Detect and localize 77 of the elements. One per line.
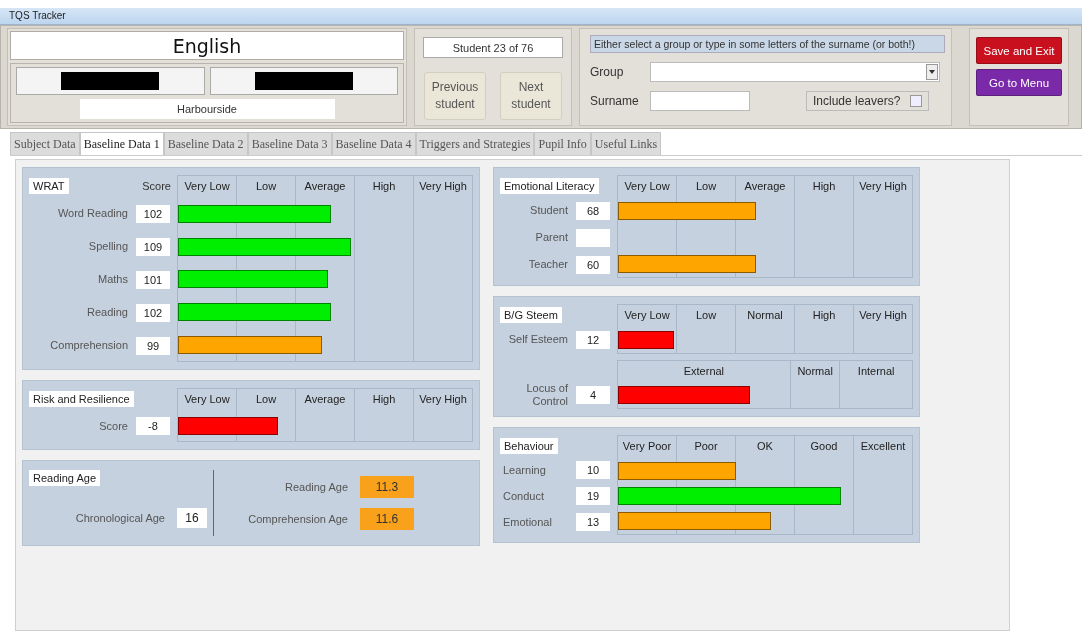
panel-title: Behaviour <box>500 438 558 454</box>
score-value: 109 <box>136 237 170 256</box>
row-label: Locus of Control <box>525 382 568 409</box>
row-label: Parent <box>535 231 568 244</box>
band-heading: High <box>355 176 414 361</box>
save-exit-button[interactable]: Save and Exit <box>976 37 1062 64</box>
age-label: Chronological Age <box>75 512 165 524</box>
row-label: Learning <box>503 463 546 477</box>
tab[interactable]: Triggers and Strategies <box>415 132 535 155</box>
score-value <box>576 228 610 247</box>
surname-label: Surname <box>590 93 640 109</box>
score-value: 68 <box>576 201 610 220</box>
row-label: Self Esteem <box>508 333 568 347</box>
panel-title: WRAT <box>29 178 69 194</box>
school-field: Harbourside <box>79 99 335 119</box>
band-heading: High <box>795 305 854 353</box>
age-value: 11.3 <box>360 476 414 498</box>
age-value: 16 <box>177 508 207 528</box>
band-heading: Internal <box>856 363 896 379</box>
panel-title: Risk and Resilience <box>29 391 134 407</box>
band-heading: Very High <box>858 308 908 323</box>
band-heading: High <box>795 176 854 277</box>
subject-title: English <box>10 31 404 60</box>
surname-field[interactable] <box>650 91 750 111</box>
band-heading: Very High <box>858 179 908 194</box>
band-heading: Normal <box>790 360 841 408</box>
row-label: Word Reading <box>57 207 128 220</box>
age-value: 11.6 <box>360 508 414 530</box>
tab[interactable]: Useful Links <box>590 132 662 155</box>
nav-button[interactable]: Next student <box>500 72 562 120</box>
row-label: Conduct <box>503 489 544 503</box>
window-title: TQS Tracker <box>8 9 66 21</box>
row-label: Spelling <box>88 240 128 253</box>
score-value: 99 <box>136 336 170 355</box>
score-value: 102 <box>136 204 170 223</box>
score-value: 102 <box>136 303 170 322</box>
panel-title: Emotional Literacy <box>500 178 599 194</box>
student-counter: Student 23 of 76 <box>423 37 563 58</box>
band-heading: High <box>355 389 414 441</box>
tab[interactable]: Baseline Data 2 <box>163 132 248 155</box>
score-value: 19 <box>576 487 610 505</box>
row-label: Student <box>530 204 568 217</box>
search-instruction: Either select a group or type in some letters of the surname (or both!) <box>590 35 945 53</box>
row-label: Comprehension <box>50 339 128 352</box>
band-heading: Very High <box>418 392 468 407</box>
nav-button[interactable]: Previous student <box>424 72 486 120</box>
score-value: -8 <box>136 417 170 435</box>
score-value: 4 <box>576 386 610 405</box>
score-value: 60 <box>576 255 610 274</box>
age-label: Comprehension Age <box>248 513 348 525</box>
menu-button[interactable]: Go to Menu <box>976 69 1062 96</box>
group-label: Group <box>590 64 625 80</box>
row-label: Maths <box>98 273 128 286</box>
age-label: Reading Age <box>285 481 348 493</box>
checkbox[interactable] <box>910 95 923 107</box>
band-heading: Low <box>677 305 736 353</box>
tab[interactable]: Subject Data <box>10 132 80 155</box>
band-heading: Very High <box>418 179 468 194</box>
score-value: 10 <box>576 461 610 479</box>
panel-title: B/G Steem <box>500 307 562 323</box>
band-heading: Normal <box>736 305 795 353</box>
tab[interactable]: Baseline Data 3 <box>247 132 332 155</box>
score-value: 12 <box>576 330 610 349</box>
row-label: Reading <box>87 306 128 319</box>
score-value: 101 <box>136 270 170 289</box>
row-label: Emotional <box>503 515 552 529</box>
column-heading: Score <box>142 180 172 192</box>
tab[interactable]: Baseline Data 1 <box>79 132 164 155</box>
band-heading: Excellent <box>859 439 907 454</box>
include-leavers-label: Include leavers? <box>813 94 901 108</box>
row-label: Teacher <box>528 258 568 271</box>
panel-title: Reading Age <box>29 470 100 486</box>
band-heading: Average <box>296 389 355 441</box>
score-value: 13 <box>576 513 610 531</box>
tab[interactable]: Baseline Data 4 <box>331 132 416 155</box>
row-label: Score <box>99 419 128 433</box>
tab[interactable]: Pupil Info <box>534 132 591 155</box>
